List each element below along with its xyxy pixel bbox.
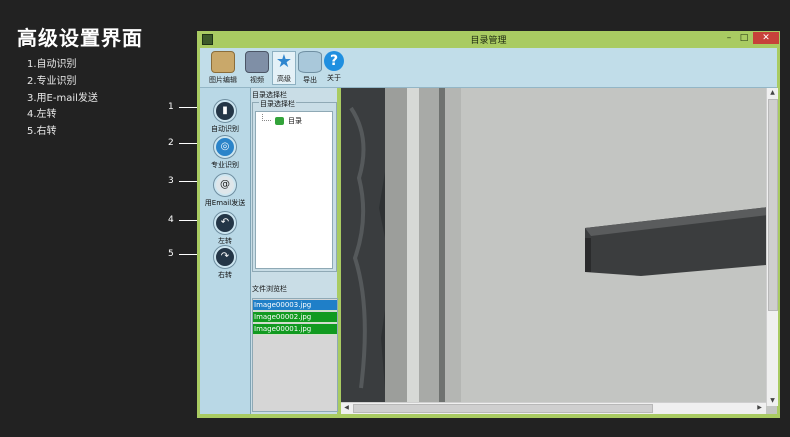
rotate-right-button[interactable]: ↷ 右转	[200, 246, 250, 280]
toolbar-advanced-button[interactable]: ★ 高级	[272, 51, 296, 85]
tree-connector	[262, 114, 271, 121]
image-preview[interactable]	[341, 88, 777, 414]
toolbar-label: 高级	[277, 75, 291, 83]
email-send-button[interactable]: @ 用Email发送	[200, 174, 250, 208]
folder-icon	[275, 117, 284, 125]
callout-number: 2	[168, 138, 174, 148]
directory-panel: 目录选择栏 目录选择栏 目录 文件浏览栏 Image00003.jpg Imag…	[251, 88, 338, 414]
button-label: 专业识别	[211, 161, 239, 169]
camera-preview-image	[341, 88, 777, 414]
button-label: 自动识别	[211, 125, 239, 133]
button-label: 左转	[218, 237, 232, 245]
toolbar-label: 图片编辑	[209, 76, 237, 84]
maximize-button[interactable]: □	[737, 32, 751, 45]
legend-item-auto-recognize: 1.自动识别	[27, 59, 77, 70]
callout-number: 4	[168, 215, 174, 225]
horizontal-scrollbar[interactable]: ◀ ▶	[341, 402, 766, 414]
legend-item-rotate-left: 4.左转	[27, 109, 57, 120]
legend-item-rotate-right: 5.右转	[27, 126, 57, 137]
toolbar: 图片编辑 视频 ★ 高级 导出 ? 关于	[200, 48, 777, 88]
auto-recognize-icon: ▮	[214, 100, 236, 122]
advanced-function-panel: ▮ 自动识别 ◎ 专业识别 @ 用Email发送 ↶ 左转 ↷ 右转	[200, 88, 251, 414]
pro-recognize-icon: ◎	[214, 136, 236, 158]
toolbar-video-button[interactable]: 视频	[245, 51, 269, 85]
toolbar-label: 关于	[327, 74, 341, 82]
page-title: 高级设置界面	[17, 26, 143, 50]
tree-node-root[interactable]: 目录	[288, 116, 302, 126]
toolbar-label: 视频	[250, 76, 264, 84]
email-icon: @	[214, 174, 236, 196]
callout-number: 5	[168, 249, 174, 259]
scroll-left-arrow-icon[interactable]: ◀	[342, 403, 351, 413]
callout-number: 3	[168, 176, 174, 186]
rotate-left-button[interactable]: ↶ 左转	[200, 212, 250, 246]
title-bar[interactable]: 目录管理 – □ ✕	[197, 31, 780, 47]
scroll-up-arrow-icon[interactable]: ▲	[768, 88, 777, 97]
app-window: 目录管理 – □ ✕ 图片编辑 视频 ★ 高级 导出 ? 关于 ▮ 自动识别 ◎…	[197, 31, 780, 418]
help-icon: ?	[324, 51, 344, 71]
auto-recognize-button[interactable]: ▮ 自动识别	[200, 100, 250, 134]
image-edit-icon	[211, 51, 235, 73]
star-icon: ★	[275, 51, 293, 72]
pro-recognize-button[interactable]: ◎ 专业识别	[200, 136, 250, 170]
scroll-down-arrow-icon[interactable]: ▼	[768, 396, 777, 405]
window-title: 目录管理	[470, 36, 507, 46]
vertical-scrollbar[interactable]: ▲ ▼	[766, 88, 778, 406]
toolbar-image-edit-button[interactable]: 图片编辑	[208, 51, 238, 85]
file-item[interactable]: Image00001.jpg	[253, 324, 337, 335]
file-list: Image00003.jpg Image00002.jpg Image00001…	[252, 298, 338, 412]
toolbar-export-button[interactable]: 导出	[298, 51, 322, 85]
database-export-icon	[298, 51, 322, 73]
callout-number: 1	[168, 102, 174, 112]
directory-group-label: 目录选择栏	[259, 99, 296, 109]
rotate-left-icon: ↶	[214, 212, 236, 234]
rotate-right-icon: ↷	[214, 246, 236, 268]
legend-item-email: 3.用E-mail发送	[27, 93, 98, 104]
legend-item-pro-recognize: 2.专业识别	[27, 76, 77, 87]
file-item[interactable]: Image00002.jpg	[253, 312, 337, 323]
close-button[interactable]: ✕	[753, 32, 779, 44]
toolbar-about-button[interactable]: ? 关于	[322, 51, 346, 85]
toolbar-label: 导出	[303, 76, 317, 84]
button-label: 用Email发送	[204, 199, 246, 207]
horizontal-scroll-thumb[interactable]	[353, 404, 653, 413]
file-item[interactable]: Image00003.jpg	[253, 300, 337, 311]
button-label: 右转	[218, 271, 232, 279]
minimize-button[interactable]: –	[722, 32, 736, 45]
scroll-right-arrow-icon[interactable]: ▶	[755, 403, 764, 413]
video-icon	[245, 51, 269, 73]
file-bar-title: 文件浏览栏	[252, 285, 287, 293]
directory-tree[interactable]: 目录	[255, 111, 333, 269]
vertical-scroll-thumb[interactable]	[768, 99, 778, 311]
